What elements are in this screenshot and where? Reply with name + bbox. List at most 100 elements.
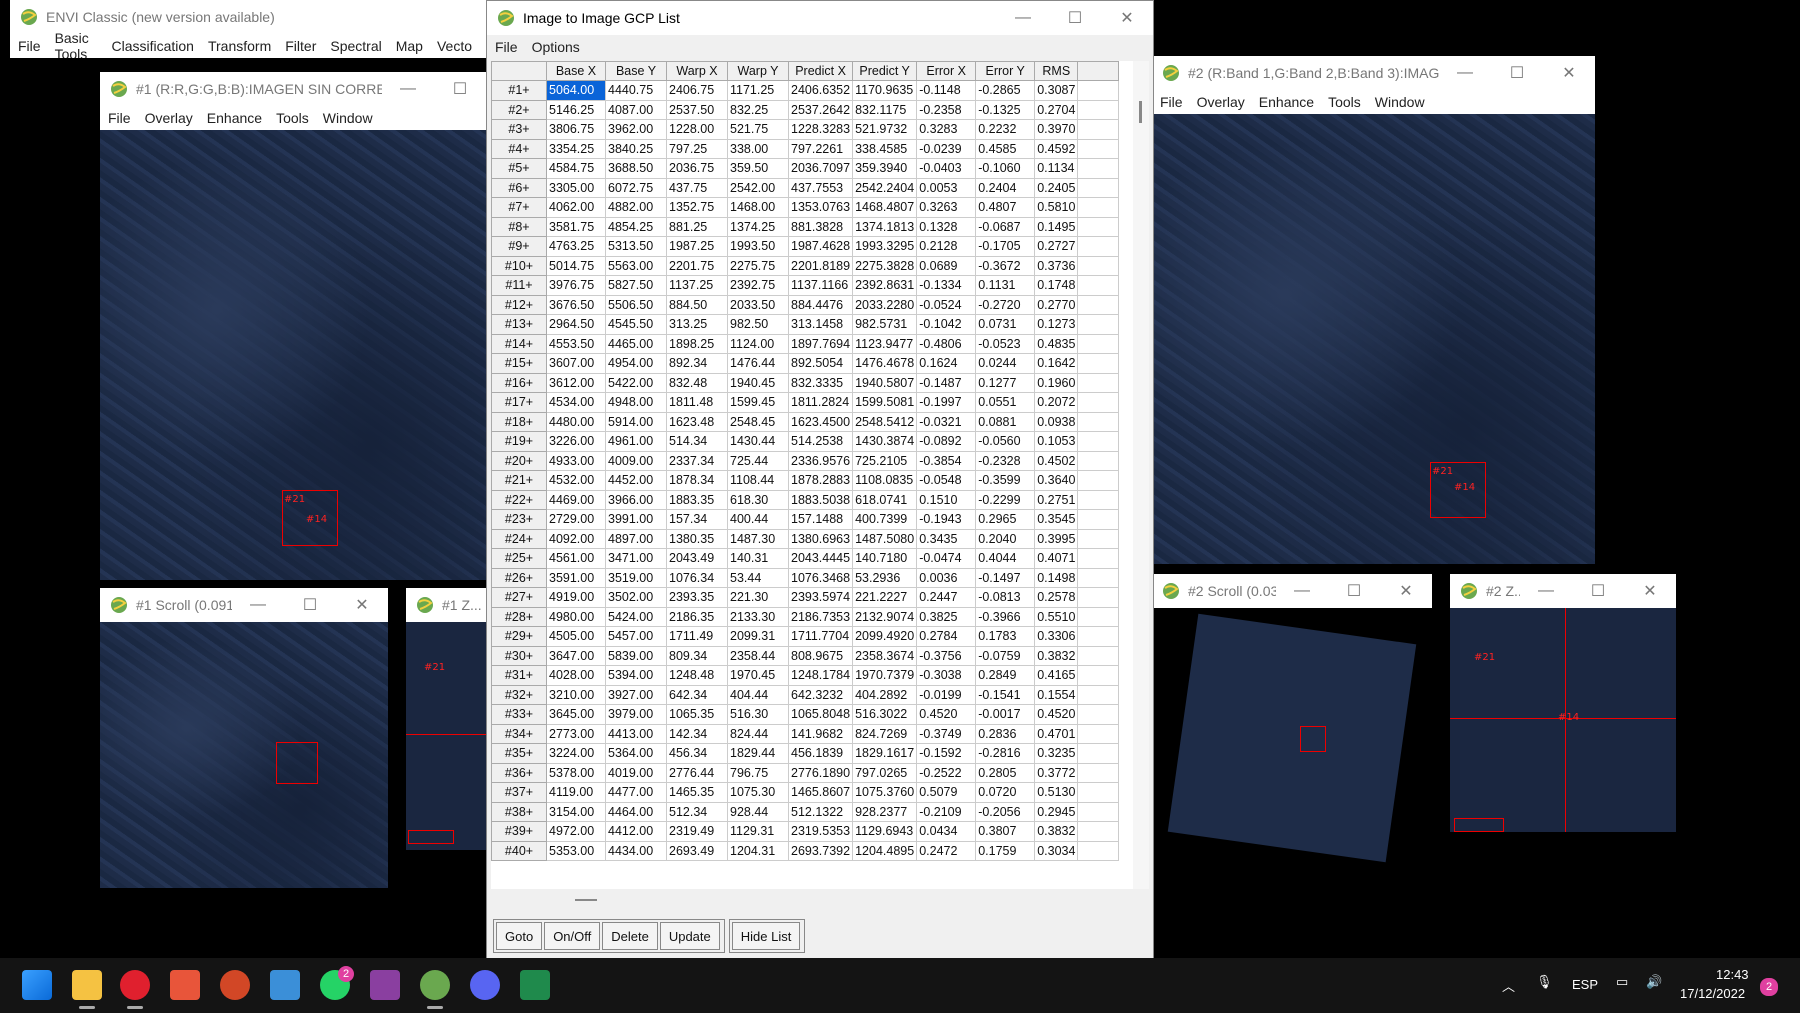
table-cell[interactable]: 359.50 — [727, 158, 789, 179]
table-cell[interactable]: -0.0560 — [975, 431, 1036, 452]
table-cell[interactable]: 2186.7353 — [787, 606, 854, 627]
table-cell[interactable]: -0.0892 — [916, 431, 977, 452]
table-cell[interactable]: 3502.00 — [605, 587, 667, 608]
gcp-menu-options[interactable]: Options — [532, 39, 580, 55]
table-cell[interactable]: 400.7399 — [852, 509, 918, 530]
table-cell[interactable]: 3962.00 — [605, 119, 667, 140]
table-cell[interactable]: 0.2578 — [1034, 587, 1079, 608]
table-row[interactable]: #24+ 4092.00 4897.00 1380.35 1487.30 1380.696… — [491, 528, 1120, 549]
menu-filter[interactable]: Filter — [285, 38, 316, 54]
table-row[interactable]: #37+ 4119.00 4477.00 1465.35 1075.30 1465.860… — [491, 782, 1120, 803]
goto-button[interactable]: Goto — [496, 922, 543, 950]
table-cell[interactable]: -0.3749 — [916, 723, 977, 744]
table-cell[interactable]: 2186.35 — [666, 606, 728, 627]
table-cell[interactable]: 140.7180 — [852, 548, 918, 569]
table-cell[interactable]: 0.2472 — [916, 840, 977, 861]
table-cell[interactable]: 0.2965 — [975, 509, 1036, 530]
table-cell[interactable]: 809.34 — [666, 645, 728, 666]
table-cell[interactable]: 3840.25 — [605, 138, 667, 159]
table-cell[interactable]: 3607.00 — [546, 353, 606, 374]
table-row[interactable]: #19+ 3226.00 4961.00 514.34 1430.44 514.2538 1… — [491, 431, 1120, 452]
table-cell[interactable]: 0.1783 — [975, 626, 1036, 647]
table-cell[interactable]: 1228.00 — [666, 119, 728, 140]
table-row[interactable]: #27+ 4919.00 3502.00 2393.35 221.30 2393.5974… — [491, 587, 1120, 608]
table-cell[interactable]: 1970.7379 — [852, 665, 918, 686]
table-cell[interactable]: 4933.00 — [546, 450, 606, 471]
table-cell[interactable]: 359.3940 — [852, 158, 918, 179]
table-cell[interactable]: 0.3970 — [1034, 119, 1079, 140]
table-row[interactable]: #39+ 4972.00 4412.00 2319.49 1129.31 2319.535… — [491, 821, 1120, 842]
clock-date[interactable]: 17/12/2022 — [1680, 986, 1745, 1001]
row-header[interactable]: #23+ — [491, 509, 547, 530]
table-cell[interactable]: 1374.25 — [727, 216, 789, 237]
table-cell[interactable]: 3305.00 — [546, 177, 606, 198]
table-cell[interactable]: -0.2522 — [916, 762, 977, 783]
table-row[interactable]: #5+ 4584.75 3688.50 2036.75 359.50 2036.7097 3… — [491, 158, 1120, 179]
zoom2-image[interactable]: #21 #14 — [1450, 608, 1676, 832]
table-cell[interactable]: 1970.45 — [727, 665, 789, 686]
table-cell[interactable]: 0.4520 — [1034, 704, 1079, 725]
table-cell[interactable]: 1623.48 — [666, 411, 728, 432]
table-cell[interactable]: 1228.3283 — [787, 119, 854, 140]
table-cell[interactable]: 0.3772 — [1034, 762, 1079, 783]
table-cell[interactable]: -0.3966 — [975, 606, 1036, 627]
table-cell[interactable]: 4092.00 — [546, 528, 606, 549]
display-box[interactable] — [276, 742, 318, 784]
row-header[interactable]: #6+ — [491, 177, 547, 198]
table-cell[interactable]: 3154.00 — [546, 801, 606, 822]
table-cell[interactable]: 1993.3295 — [852, 236, 918, 257]
table-cell[interactable]: 0.2072 — [1034, 392, 1079, 413]
excel-icon[interactable] — [520, 970, 550, 1000]
language-indicator[interactable]: ESP — [1572, 977, 1598, 992]
table-cell[interactable]: 832.3335 — [787, 372, 854, 393]
table-cell[interactable]: 0.3640 — [1034, 470, 1079, 491]
table-cell[interactable]: 3354.25 — [546, 138, 606, 159]
table-cell[interactable]: 4412.00 — [605, 821, 667, 842]
table-cell[interactable]: 808.9675 — [787, 645, 854, 666]
table-cell[interactable]: 1599.45 — [727, 392, 789, 413]
table-cell[interactable]: 3612.00 — [546, 372, 606, 393]
table-cell[interactable]: 157.34 — [666, 509, 728, 530]
table-cell[interactable]: 2337.34 — [666, 450, 728, 471]
table-cell[interactable]: 2358.3674 — [852, 645, 918, 666]
table-cell[interactable]: 1076.3468 — [787, 567, 854, 588]
table-cell[interactable]: 1129.31 — [727, 821, 789, 842]
table-cell[interactable]: -0.1042 — [916, 314, 977, 335]
row-header[interactable]: #24+ — [491, 528, 547, 549]
table-cell[interactable]: 338.4585 — [852, 138, 918, 159]
display2-menu-enhance[interactable]: Enhance — [1259, 94, 1314, 110]
table-cell[interactable]: 2406.6352 — [787, 80, 854, 101]
table-cell[interactable]: -0.1060 — [975, 158, 1036, 179]
menu-vector[interactable]: Vecto — [437, 38, 472, 54]
row-header[interactable]: #31+ — [491, 665, 547, 686]
powerpoint-icon[interactable] — [220, 970, 250, 1000]
table-cell[interactable]: 0.3283 — [916, 119, 977, 140]
table-cell[interactable]: 884.4476 — [787, 294, 854, 315]
microphone-icon[interactable]: 🎙 — [1536, 974, 1553, 990]
table-cell[interactable]: 4452.00 — [605, 470, 667, 491]
table-cell[interactable]: 1380.35 — [666, 528, 728, 549]
table-cell[interactable]: 0.3832 — [1034, 645, 1079, 666]
table-row[interactable]: #10+ 5014.75 5563.00 2201.75 2275.75 2201.818… — [491, 255, 1120, 276]
table-cell[interactable]: 1248.1784 — [787, 665, 854, 686]
table-cell[interactable]: 3927.00 — [605, 684, 667, 705]
table-cell[interactable]: 2729.00 — [546, 509, 606, 530]
table-cell[interactable]: 0.0053 — [916, 177, 977, 198]
row-header[interactable]: #20+ — [491, 450, 547, 471]
display2-menu-overlay[interactable]: Overlay — [1197, 94, 1245, 110]
table-cell[interactable]: 0.2770 — [1034, 294, 1079, 315]
table-cell[interactable]: 1204.31 — [727, 840, 789, 861]
table-cell[interactable]: 1137.25 — [666, 275, 728, 296]
display-box[interactable] — [1300, 726, 1326, 752]
table-row[interactable]: #40+ 5353.00 4434.00 2693.49 1204.31 2693.739… — [491, 840, 1120, 861]
table-cell[interactable]: 400.44 — [727, 509, 789, 530]
table-cell[interactable]: 2542.00 — [727, 177, 789, 198]
pdf-reader-icon[interactable] — [170, 970, 200, 1000]
table-cell[interactable]: 1374.1813 — [852, 216, 918, 237]
table-cell[interactable]: 5064.00 — [546, 80, 606, 101]
display1-menu-enhance[interactable]: Enhance — [207, 110, 262, 126]
table-cell[interactable]: 1811.2824 — [787, 392, 854, 413]
table-cell[interactable]: 0.2945 — [1034, 801, 1079, 822]
table-cell[interactable]: 2099.4920 — [852, 626, 918, 647]
row-header[interactable]: #2+ — [491, 99, 547, 120]
